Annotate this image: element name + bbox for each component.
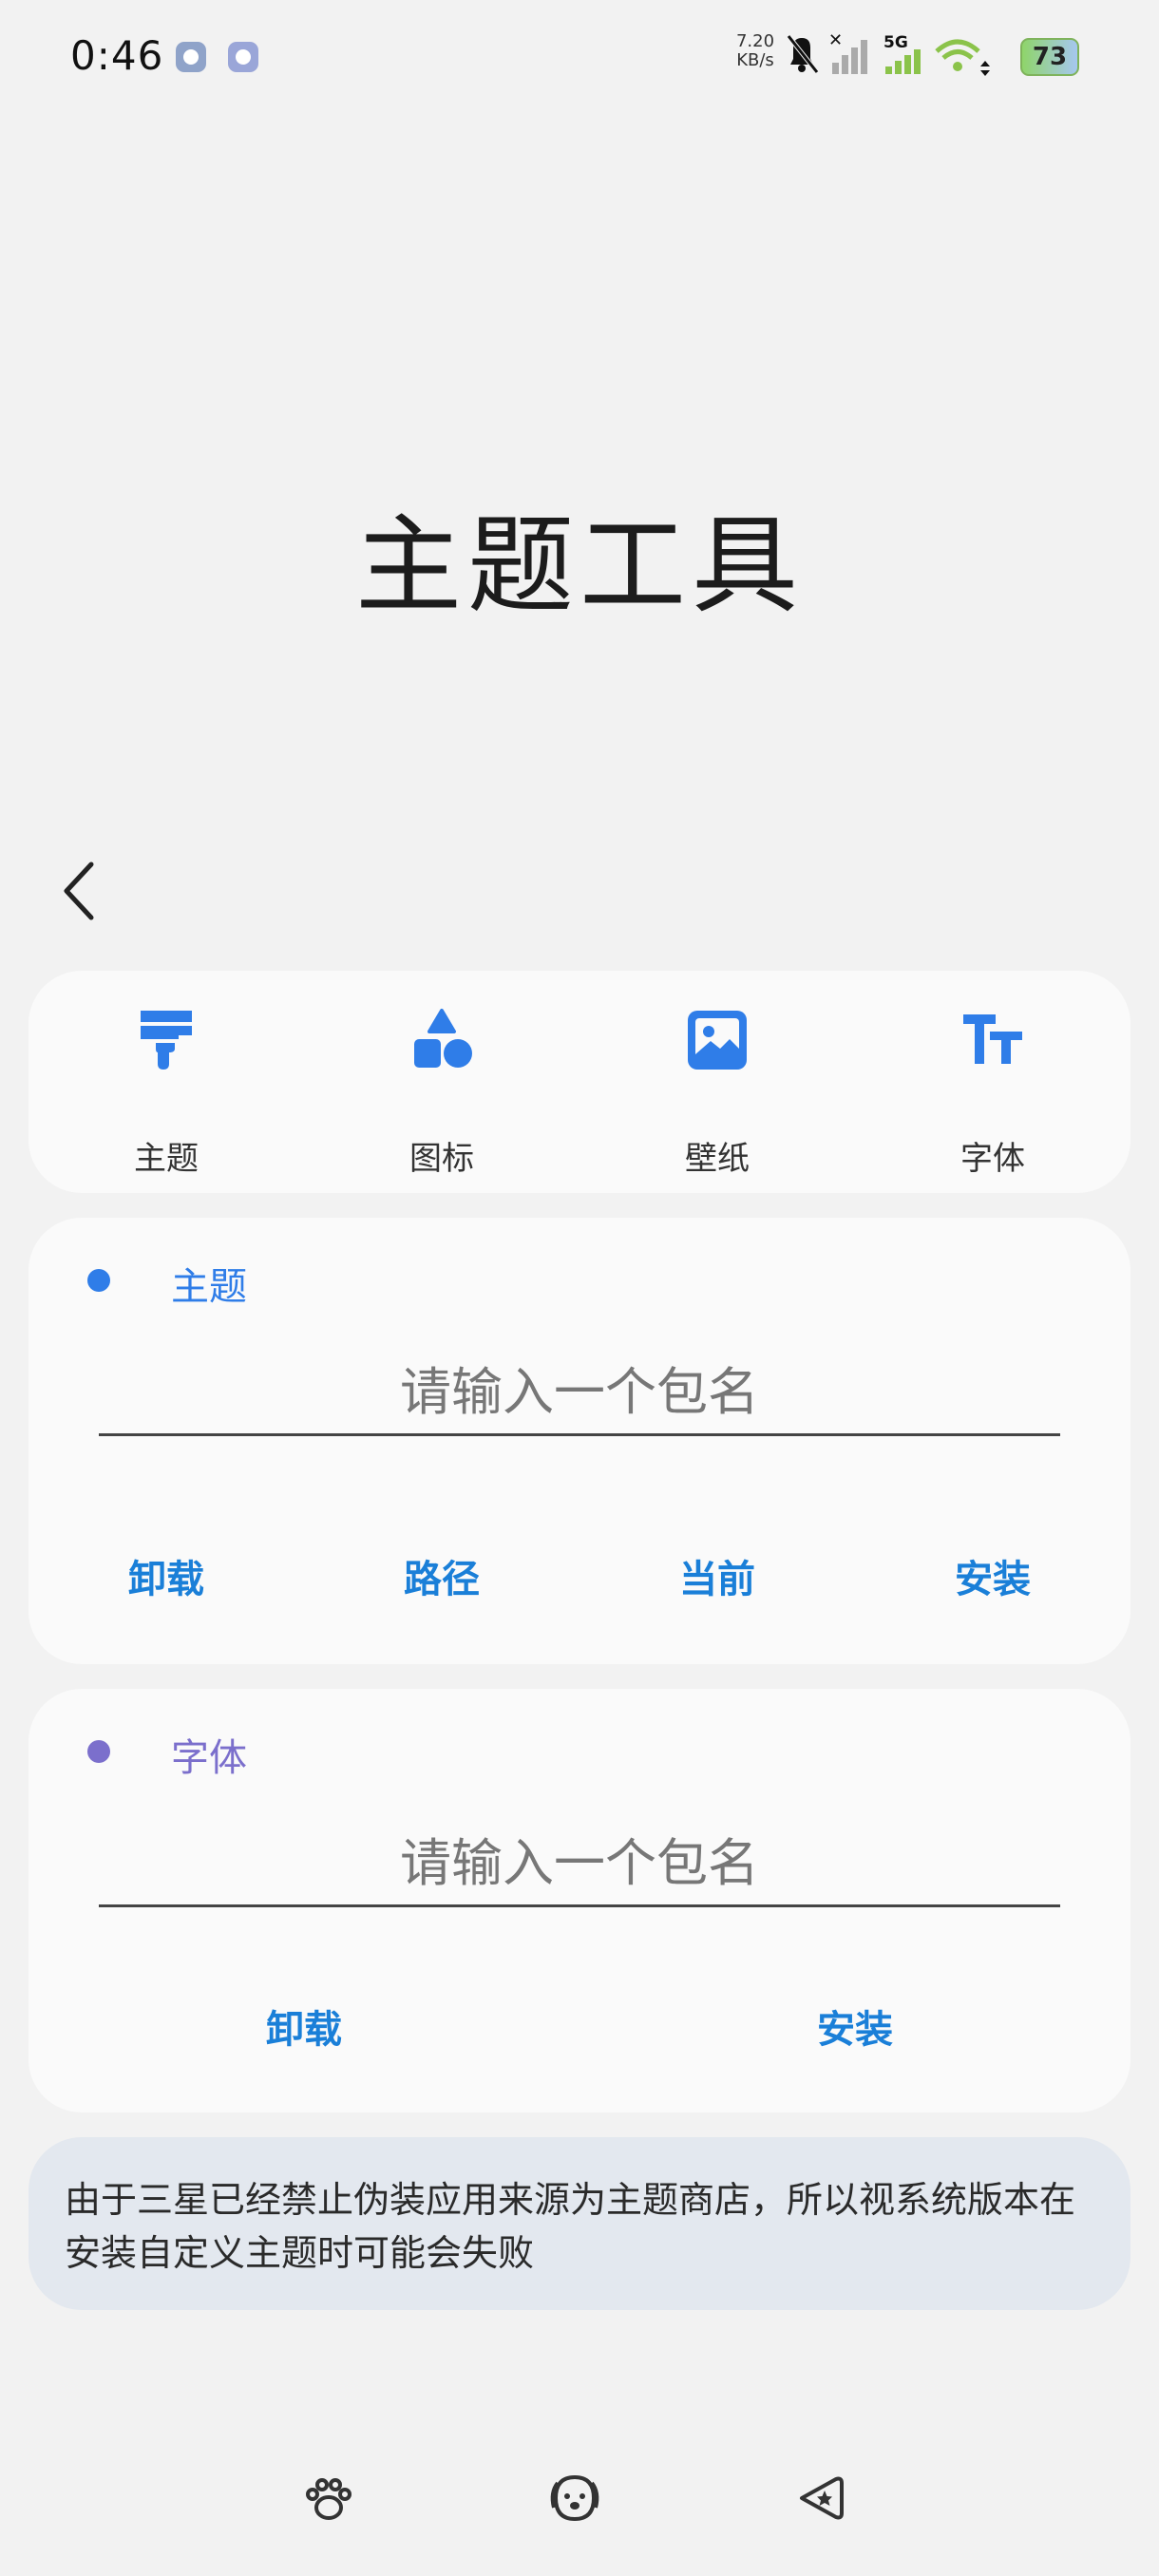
category-tabs: 主题 图标 壁纸 字体 — [28, 971, 1130, 1193]
tab-font[interactable]: 字体 — [855, 971, 1130, 1193]
theme-section-title: 主题 — [171, 1265, 247, 1309]
theme-package-input[interactable] — [99, 1351, 1060, 1436]
tab-icons[interactable]: 图标 — [304, 971, 580, 1193]
theme-install-button[interactable]: 安装 — [898, 1548, 1088, 1603]
paw-icon[interactable] — [300, 2470, 357, 2527]
theme-path-button[interactable]: 路径 — [347, 1548, 537, 1603]
status-bar: 0:46 7.20 KB/s ✕ 5G 73 — [0, 0, 1159, 114]
app-screen: 0:46 7.20 KB/s ✕ 5G 73 主题工具 主题 图标 壁纸 字体 … — [0, 0, 1159, 2576]
back-arrow-icon[interactable] — [53, 855, 106, 927]
tab-wallpaper[interactable]: 壁纸 — [580, 971, 855, 1193]
font-section-title: 字体 — [171, 1736, 247, 1780]
theme-section-dot — [87, 1269, 110, 1292]
app-notification-icon — [228, 42, 258, 72]
svg-text:5G: 5G — [884, 33, 908, 52]
tab-label: 壁纸 — [685, 1140, 750, 1178]
status-icons: ✕ 5G — [787, 32, 990, 76]
star-badge-icon[interactable] — [792, 2470, 849, 2527]
theme-current-button[interactable]: 当前 — [622, 1548, 812, 1603]
font-section-card: 字体 卸载 安装 — [28, 1689, 1130, 2112]
dog-face-icon[interactable] — [546, 2470, 603, 2527]
brush-icon — [141, 1011, 192, 1070]
font-package-input[interactable] — [99, 1822, 1060, 1907]
theme-section-card: 主题 卸载 路径 当前 安装 — [28, 1218, 1130, 1664]
notice-text: 由于三星已经禁止伪装应用来源为主题商店，所以视系统版本在安装自定义主题时可能会失… — [65, 2179, 1076, 2274]
battery-indicator: 73 — [1020, 38, 1079, 76]
tab-label: 字体 — [960, 1140, 1025, 1178]
net-speed: 7.20 KB/s — [735, 31, 775, 70]
font-install-button[interactable]: 安装 — [760, 1998, 950, 2054]
page-title: 主题工具 — [355, 504, 804, 628]
tab-label: 主题 — [134, 1140, 199, 1178]
shapes-icon — [414, 1009, 472, 1068]
font-uninstall-button[interactable]: 卸载 — [209, 1998, 399, 2054]
mute-bell-icon — [787, 34, 819, 74]
bottom-nav — [0, 2470, 1159, 2546]
font-section-dot — [87, 1740, 110, 1763]
signal-sim1-icon: ✕ — [828, 32, 867, 74]
image-icon — [688, 1011, 747, 1070]
notice-card: 由于三星已经禁止伪装应用来源为主题商店，所以视系统版本在安装自定义主题时可能会失… — [28, 2137, 1130, 2310]
status-time: 0:46 — [70, 32, 164, 79]
wifi-icon — [935, 39, 990, 76]
tab-theme[interactable]: 主题 — [28, 971, 304, 1193]
signal-5g-icon: 5G — [884, 33, 921, 74]
font-icon — [963, 1014, 1022, 1064]
tab-label: 图标 — [409, 1140, 474, 1178]
theme-uninstall-button[interactable]: 卸载 — [71, 1548, 261, 1603]
chat-notification-icon — [176, 42, 206, 72]
svg-text:✕: ✕ — [828, 32, 843, 50]
